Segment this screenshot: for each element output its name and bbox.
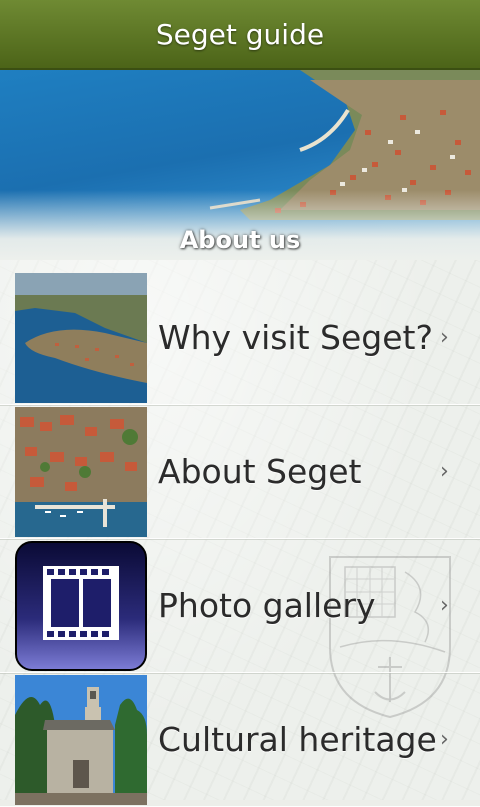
chevron-right-icon: › <box>440 459 449 484</box>
chevron-right-icon: › <box>440 325 449 350</box>
title-bar: Seget guide <box>0 0 480 70</box>
aerial-coast-photo <box>15 273 147 403</box>
harbor-photo <box>15 407 147 537</box>
section-title: About us <box>179 226 301 254</box>
chevron-right-icon: › <box>440 727 449 752</box>
menu-item-label: Why visit Seget? <box>158 318 434 357</box>
chevron-right-icon: › <box>440 593 449 618</box>
menu-list: Why visit Seget? › About Seget › Photo g… <box>0 271 480 807</box>
film-strip-icon <box>15 541 147 671</box>
chapel-photo <box>15 675 147 805</box>
menu-item-label: About Seget <box>158 452 362 491</box>
app-title: Seget guide <box>155 17 325 51</box>
menu-item-label: Photo gallery <box>158 586 376 625</box>
menu-item-why-visit[interactable]: Why visit Seget? › <box>0 271 480 405</box>
menu-item-photo-gallery[interactable]: Photo gallery › <box>0 539 480 673</box>
menu-item-label: Cultural heritage <box>158 720 437 759</box>
menu-item-cultural-heritage[interactable]: Cultural heritage › <box>0 673 480 807</box>
menu-item-about-seget[interactable]: About Seget › <box>0 405 480 539</box>
